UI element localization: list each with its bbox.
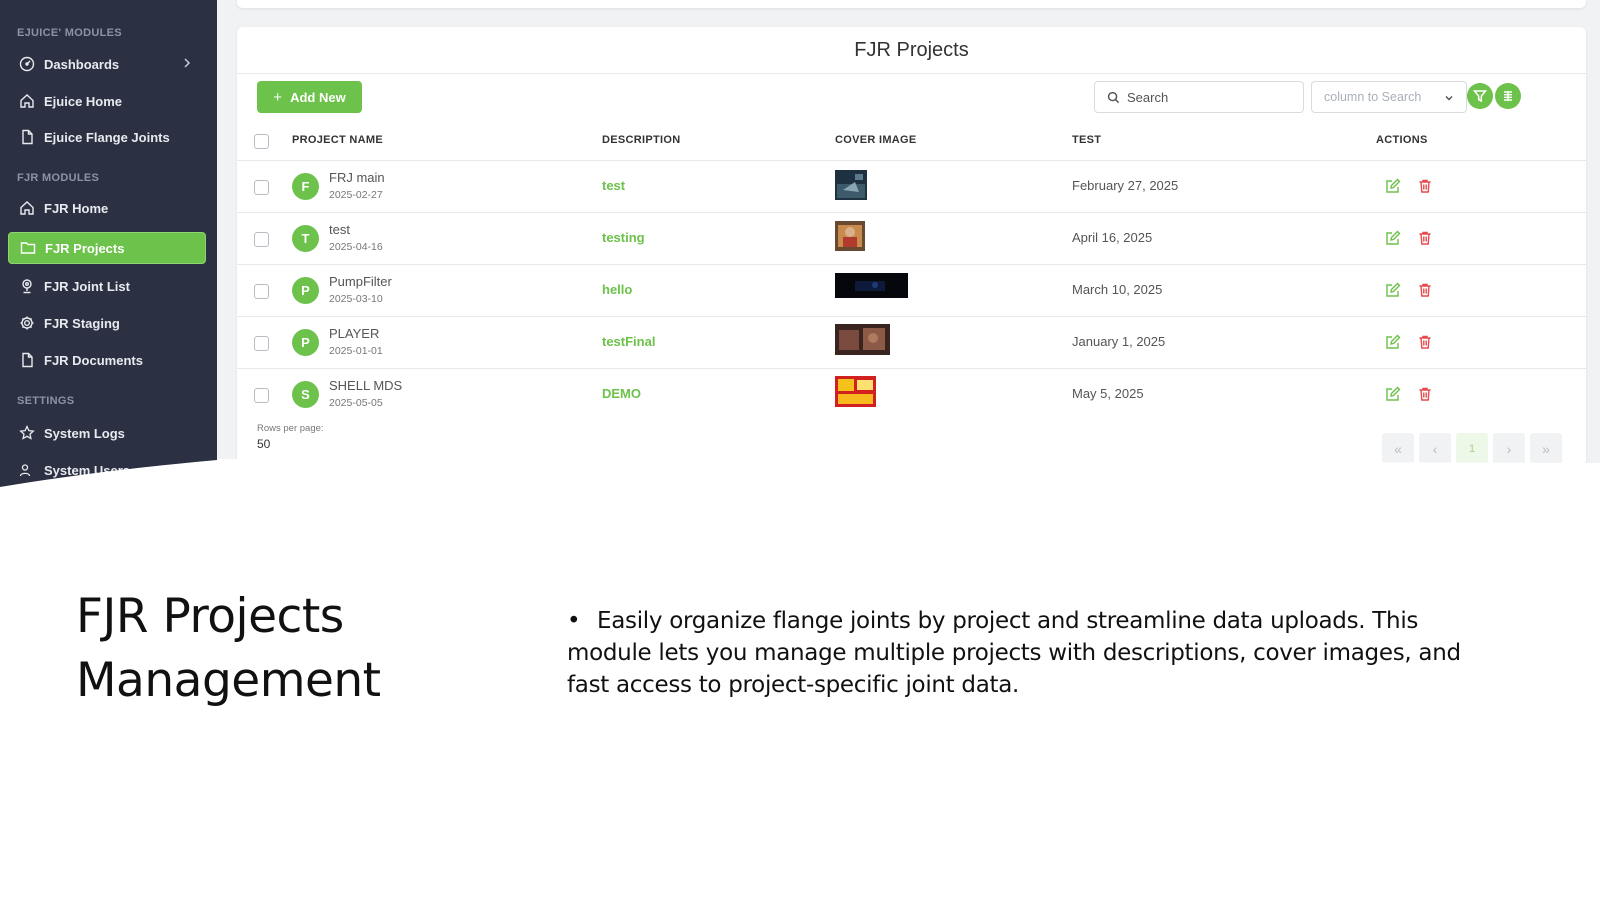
slide-body-text: Easily organize flange joints by project…: [567, 608, 1461, 698]
slide-curve-overlay: [0, 459, 1600, 500]
slide-title: FJR Projects Management: [76, 589, 381, 708]
app-screenshot: Ejuice' Modules Dashboards Ejuice Home E…: [0, 0, 1600, 500]
bullet-marker: •: [567, 608, 581, 634]
slide-body: • Easily organize flange joints by projec…: [567, 605, 1497, 701]
